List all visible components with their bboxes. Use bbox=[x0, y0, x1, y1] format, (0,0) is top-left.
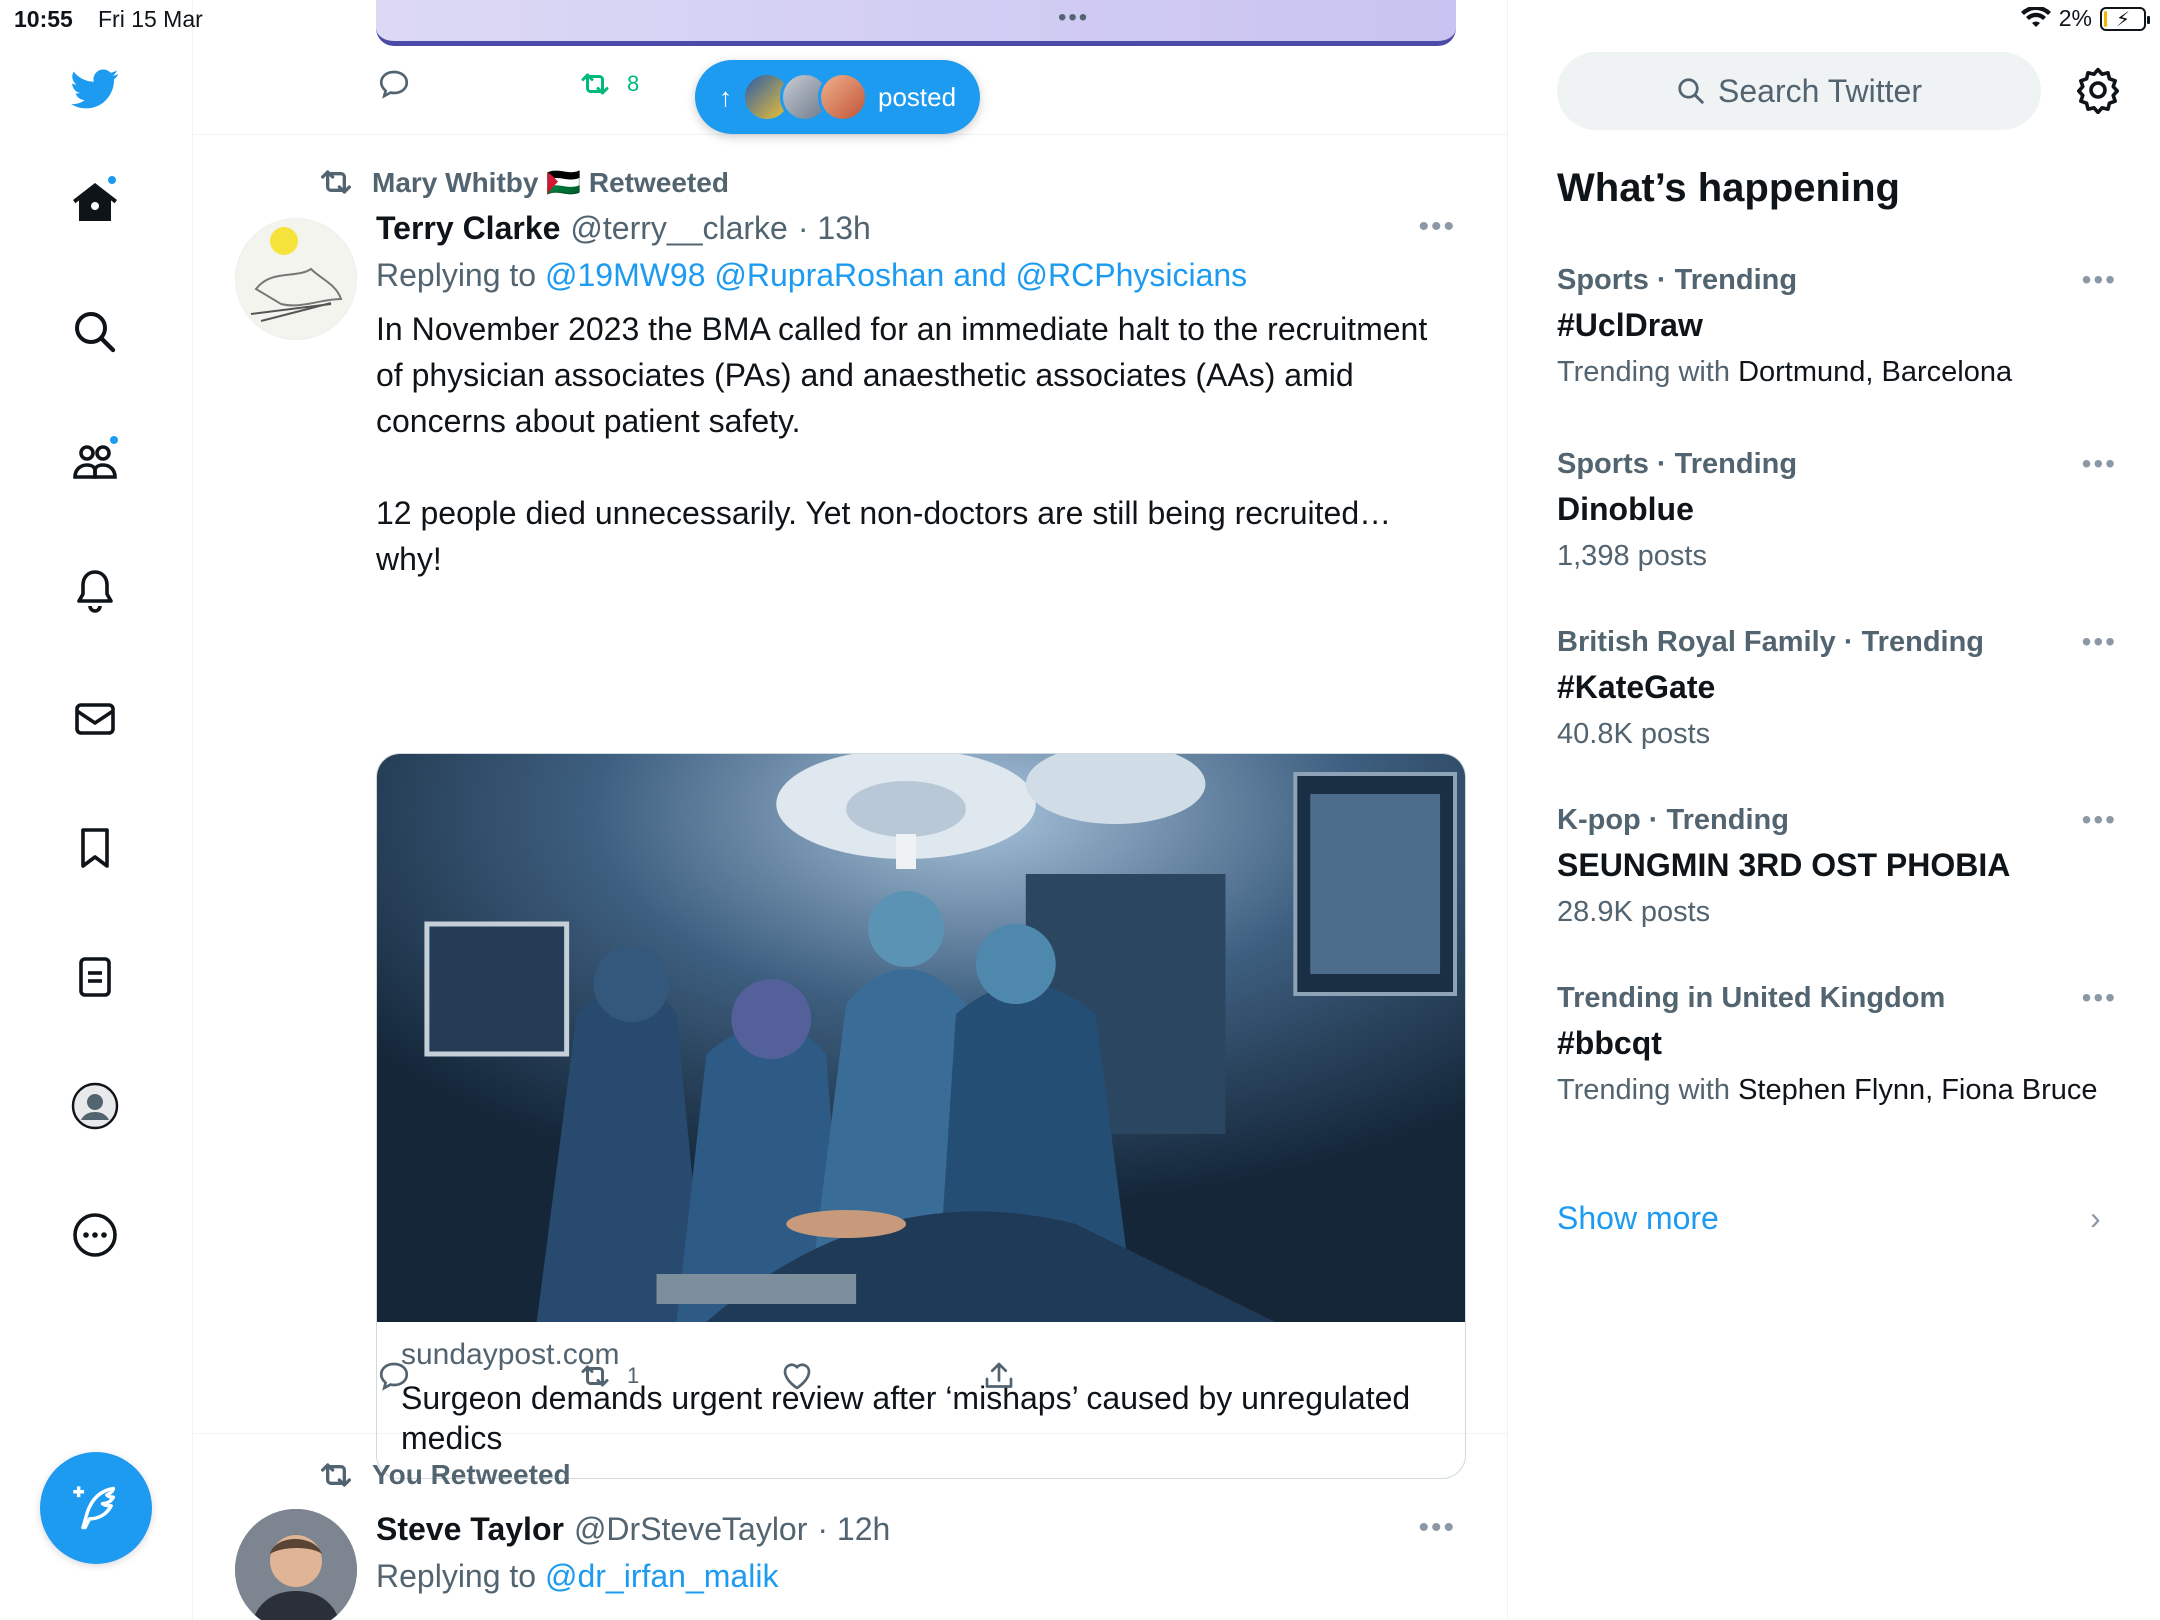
bookmark-icon[interactable] bbox=[66, 819, 124, 877]
more-options-icon[interactable]: ••• bbox=[1418, 1511, 1456, 1545]
search-icon[interactable] bbox=[66, 303, 124, 361]
share-icon bbox=[985, 1362, 1013, 1388]
tweet-content: Terry Clarke @terry__clarke · 13h ••• Re… bbox=[376, 210, 1456, 582]
trend-item[interactable]: Sports · Trending Dinoblue 1,398 posts •… bbox=[1557, 448, 2117, 574]
tweet-header: Terry Clarke @terry__clarke · 13h bbox=[376, 210, 1456, 247]
author-handle[interactable]: @DrSteveTaylor bbox=[574, 1511, 807, 1548]
wifi-icon bbox=[2020, 6, 2051, 27]
heart-icon bbox=[783, 1363, 811, 1390]
arrow-up-icon: ↑ bbox=[719, 81, 732, 112]
reply-context: Replying to @dr_irfan_malik bbox=[376, 1558, 779, 1594]
more-options-icon[interactable]: ••• bbox=[2082, 982, 2117, 1014]
status-date: Fri 15 Mar bbox=[98, 6, 203, 32]
trend-item[interactable]: Trending in United Kingdom #bbcqt Trendi… bbox=[1557, 982, 2117, 1108]
pill-avatars bbox=[742, 72, 868, 122]
status-time: 10:55 bbox=[14, 6, 73, 32]
tweet[interactable]: You Retweeted Steve Taylor @DrSteveTaylo… bbox=[193, 1435, 1507, 1620]
reply-icon bbox=[379, 1362, 409, 1391]
author-handle[interactable]: @terry__clarke bbox=[570, 210, 787, 247]
tweet-header: Steve Taylor @DrSteveTaylor · 12h bbox=[376, 1511, 1456, 1548]
show-more-link[interactable]: Show more bbox=[1557, 1200, 1719, 1237]
tweet-time[interactable]: · 13h bbox=[798, 210, 871, 247]
search-placeholder: Search Twitter bbox=[1718, 72, 1922, 109]
card-domain: sundaypost.com bbox=[401, 1338, 620, 1371]
messages-envelope-icon[interactable] bbox=[66, 690, 124, 748]
retweet-count: 1 bbox=[627, 1363, 640, 1388]
communities-icon[interactable] bbox=[66, 432, 124, 490]
whats-happening-heading: What’s happening bbox=[1557, 166, 1900, 210]
trend-item[interactable]: K-pop · Trending SEUNGMIN 3RD OST PHOBIA… bbox=[1557, 804, 2117, 930]
twitter-logo-icon[interactable] bbox=[66, 60, 124, 118]
more-options-icon[interactable]: ••• bbox=[2082, 448, 2117, 480]
new-posts-pill[interactable]: ↑ posted bbox=[695, 60, 981, 134]
home-badge bbox=[106, 174, 118, 186]
retweet-count: 8 bbox=[627, 71, 640, 96]
retweet-icon bbox=[581, 1365, 609, 1387]
reply-button[interactable] bbox=[376, 66, 412, 102]
retweet-button[interactable]: 1 bbox=[577, 1358, 639, 1394]
home-icon[interactable] bbox=[66, 174, 124, 232]
chevron-right-icon[interactable]: › bbox=[2090, 1200, 2101, 1237]
avatar bbox=[818, 72, 868, 122]
communities-badge bbox=[108, 434, 120, 446]
left-nav bbox=[0, 0, 193, 1620]
notifications-bell-icon[interactable] bbox=[66, 561, 124, 619]
timeline: 8 ↑ posted Mary Whitby 🇵🇸 Retweeted Terr… bbox=[193, 0, 1508, 1620]
multitasking-dots-icon[interactable]: ••• bbox=[1058, 4, 1089, 32]
tweet-content: Steve Taylor @DrSteveTaylor · 12h ••• Re… bbox=[376, 1511, 1456, 1595]
retweeted-by: You Retweeted bbox=[316, 1455, 571, 1495]
reply-button[interactable] bbox=[376, 1358, 412, 1394]
more-options-icon[interactable]: ••• bbox=[2082, 264, 2117, 296]
author-name[interactable]: Terry Clarke bbox=[376, 210, 560, 247]
battery-icon: ⚡ bbox=[2100, 6, 2150, 31]
link-card[interactable]: sundaypost.com Surgeon demands urgent re… bbox=[376, 753, 1466, 1479]
right-sidebar: Search Twitter What’s happening Sports ·… bbox=[1508, 0, 2160, 1620]
share-button[interactable] bbox=[981, 1358, 1017, 1394]
status-indicators: 2% ⚡ bbox=[2020, 5, 2150, 32]
retweet-button[interactable]: 8 bbox=[577, 66, 639, 102]
avatar[interactable] bbox=[235, 1509, 357, 1620]
trend-item[interactable]: British Royal Family · Trending #KateGat… bbox=[1557, 626, 2117, 752]
compose-tweet-button[interactable] bbox=[40, 1452, 152, 1564]
tweet-time[interactable]: · 12h bbox=[817, 1511, 890, 1548]
profile-avatar-icon[interactable] bbox=[66, 1077, 124, 1135]
more-options-icon[interactable]: ••• bbox=[2082, 626, 2117, 658]
search-icon bbox=[1678, 78, 1704, 104]
compose-feather-icon bbox=[73, 1486, 116, 1530]
reply-targets-link[interactable]: @19MW98 @RupraRoshan and @RCPhysicians bbox=[545, 257, 1247, 293]
status-bar: 10:55 Fri 15 Mar ••• 2% ⚡ bbox=[0, 0, 2160, 40]
more-options-icon[interactable]: ••• bbox=[2082, 804, 2117, 836]
author-name[interactable]: Steve Taylor bbox=[376, 1511, 564, 1548]
retweeted-by: Mary Whitby 🇵🇸 Retweeted bbox=[316, 162, 729, 202]
trend-item[interactable]: Sports · Trending #UclDraw Trending with… bbox=[1557, 264, 2117, 390]
more-circle-icon[interactable] bbox=[66, 1206, 124, 1264]
retweet-icon bbox=[321, 170, 351, 194]
search-twitter-input[interactable]: Search Twitter bbox=[1557, 52, 2041, 130]
reply-icon bbox=[379, 70, 409, 99]
avatar[interactable] bbox=[235, 218, 357, 340]
lists-icon[interactable] bbox=[66, 948, 124, 1006]
retweet-icon bbox=[581, 73, 609, 95]
like-button[interactable] bbox=[779, 1358, 815, 1394]
reply-context: Replying to @19MW98 @RupraRoshan and @RC… bbox=[376, 257, 1248, 293]
posted-label: posted bbox=[878, 81, 957, 112]
settings-gear-icon[interactable] bbox=[2074, 66, 2122, 114]
tweet-text: In November 2023 the BMA called for an i… bbox=[376, 311, 1428, 577]
retweet-icon bbox=[321, 1463, 351, 1487]
reply-targets-link[interactable]: @dr_irfan_malik bbox=[545, 1558, 778, 1594]
tweet[interactable]: Mary Whitby 🇵🇸 Retweeted Terry Clarke @t… bbox=[193, 136, 1507, 1479]
surgery-photo bbox=[377, 754, 1465, 1322]
more-options-icon[interactable]: ••• bbox=[1418, 210, 1456, 244]
battery-percent: 2% bbox=[2058, 5, 2092, 31]
